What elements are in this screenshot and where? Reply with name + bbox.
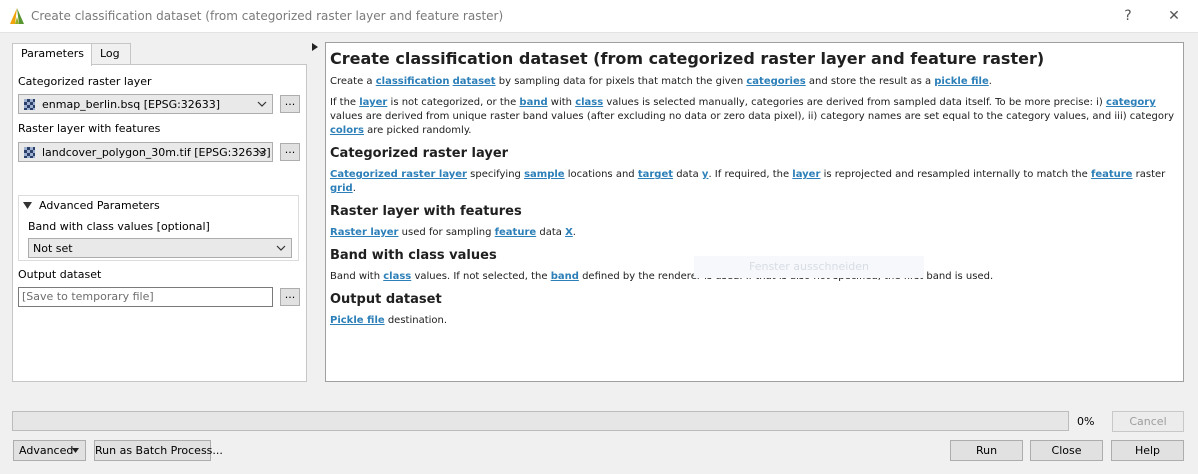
progress-percent: 0%: [1077, 415, 1095, 428]
band-class-value: Not set: [33, 242, 73, 255]
help-link[interactable]: class: [383, 271, 411, 282]
help-section-heading: Raster layer with features: [330, 204, 522, 219]
help-link[interactable]: feature: [1091, 169, 1133, 180]
help-button[interactable]: Help: [1111, 440, 1184, 461]
raster-layer-icon: [24, 147, 35, 158]
advanced-button-label: Advanced: [19, 444, 74, 457]
help-section-text: Raster layer used for sampling feature d…: [330, 227, 576, 238]
help-link[interactable]: class: [575, 97, 603, 108]
chevron-down-icon: [276, 245, 286, 251]
band-class-label: Band with class values [optional]: [28, 220, 210, 233]
output-dataset-input[interactable]: [Save to temporary file]: [18, 287, 273, 307]
help-link[interactable]: Raster layer: [330, 227, 398, 238]
help-link[interactable]: classification: [376, 76, 450, 87]
help-link[interactable]: grid: [330, 183, 353, 194]
features-raster-combo[interactable]: landcover_polygon_30m.tif [EPSG:32633]: [18, 142, 273, 162]
help-details: If the layer is not categorized, or the …: [330, 97, 1174, 136]
help-link[interactable]: band: [519, 97, 547, 108]
triangle-down-icon: [72, 448, 79, 453]
tab-log[interactable]: Log: [91, 43, 131, 65]
close-icon[interactable]: ✕: [1163, 5, 1185, 27]
help-icon[interactable]: ?: [1117, 5, 1139, 27]
help-section-heading: Categorized raster layer: [330, 146, 509, 161]
advanced-parameters-toggle[interactable]: Advanced Parameters: [39, 199, 160, 212]
help-title: Create classification dataset (from cate…: [330, 49, 1045, 68]
triangle-down-icon[interactable]: [23, 202, 32, 209]
categorized-browse-button[interactable]: ...: [280, 95, 300, 113]
help-panel: Create classification dataset (from cate…: [325, 42, 1184, 382]
tab-parameters[interactable]: Parameters: [12, 43, 92, 66]
help-section-text: Pickle file destination.: [330, 315, 448, 326]
parameters-tab-pane: Categorized raster layer enmap_berlin.bs…: [12, 64, 307, 382]
help-link[interactable]: feature: [495, 227, 537, 238]
help-link[interactable]: pickle file: [934, 76, 988, 87]
run-as-batch-button[interactable]: Run as Batch Process...: [94, 440, 223, 461]
parameters-panel: Parameters Log Categorized raster layer …: [12, 43, 307, 382]
chevron-down-icon: [257, 101, 267, 107]
help-link[interactable]: categories: [746, 76, 805, 87]
help-link[interactable]: band: [551, 271, 579, 282]
output-dataset-label: Output dataset: [18, 268, 102, 281]
help-link[interactable]: layer: [359, 97, 387, 108]
cancel-button[interactable]: Cancel: [1112, 411, 1184, 432]
categorized-raster-value: enmap_berlin.bsq [EPSG:32633]: [42, 98, 221, 111]
qgis-logo-icon: [10, 8, 24, 24]
help-sections: Categorized raster layer Categorized rast…: [330, 146, 1179, 328]
triangle-right-icon[interactable]: [312, 43, 318, 51]
help-link[interactable]: dataset: [453, 76, 496, 87]
help-link[interactable]: sample: [524, 169, 565, 180]
progress-bar: [12, 411, 1069, 431]
ghost-tooltip: Fenster ausschneiden: [694, 256, 924, 278]
features-raster-value: landcover_polygon_30m.tif [EPSG:32633]: [42, 146, 271, 159]
categorized-raster-label: Categorized raster layer: [18, 75, 152, 88]
raster-layer-icon: [24, 99, 35, 110]
help-link[interactable]: Categorized raster layer: [330, 169, 467, 180]
help-link[interactable]: X: [565, 227, 573, 238]
help-link[interactable]: target: [638, 169, 673, 180]
run-button[interactable]: Run: [950, 440, 1023, 461]
advanced-button[interactable]: Advanced: [13, 440, 86, 461]
help-link[interactable]: colors: [330, 125, 364, 136]
help-section-text: Categorized raster layer specifying samp…: [330, 169, 1166, 194]
help-link[interactable]: y: [702, 169, 709, 180]
window-title: Create classification dataset (from cate…: [31, 9, 504, 23]
help-link[interactable]: category: [1106, 97, 1156, 108]
close-button[interactable]: Close: [1030, 440, 1103, 461]
band-class-combo[interactable]: Not set: [28, 238, 292, 258]
features-browse-button[interactable]: ...: [280, 143, 300, 161]
title-bar: Create classification dataset (from cate…: [0, 0, 1198, 33]
advanced-parameters-group: Advanced Parameters Band with class valu…: [18, 195, 299, 261]
features-raster-label: Raster layer with features: [18, 122, 161, 135]
output-browse-button[interactable]: ...: [280, 288, 300, 306]
categorized-raster-combo[interactable]: enmap_berlin.bsq [EPSG:32633]: [18, 94, 273, 114]
help-link[interactable]: Pickle file: [330, 315, 385, 326]
chevron-down-icon: [257, 149, 267, 155]
help-link[interactable]: layer: [792, 169, 820, 180]
help-section-heading: Output dataset: [330, 292, 442, 307]
help-intro: Create a classification dataset by sampl…: [330, 76, 992, 87]
